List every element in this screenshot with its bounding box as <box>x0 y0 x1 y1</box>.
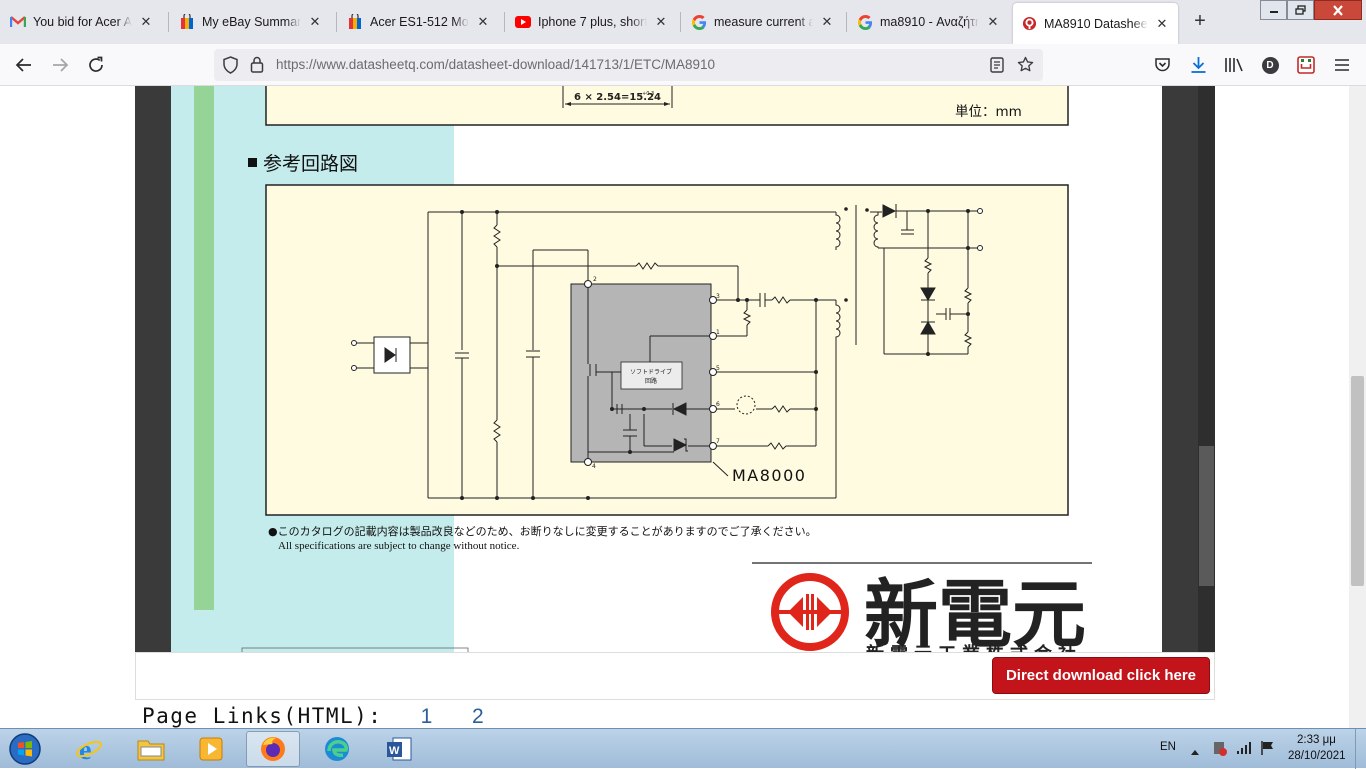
close-tab-icon[interactable]: ✕ <box>475 14 491 30</box>
forward-arrow-icon[interactable] <box>48 53 72 77</box>
company-logo <box>771 573 849 651</box>
file-explorer-icon[interactable] <box>124 731 178 767</box>
company-name: 新電元 <box>864 572 1086 652</box>
tray-device-icon[interactable] <box>1211 739 1227 762</box>
action-center-flag-icon[interactable] <box>1260 740 1276 761</box>
close-tab-icon[interactable]: ✕ <box>1154 16 1170 32</box>
unit-label: 単位：mm <box>955 104 1022 120</box>
reader-view-icon[interactable] <box>990 57 1004 78</box>
firefox-icon <box>261 737 285 761</box>
dimension-tolerance: +0.3 <box>642 91 654 97</box>
tab-strip: You bid for Acer Aspire ✕ My eBay Summar… <box>0 0 1366 44</box>
language-indicator[interactable]: EN <box>1160 741 1176 753</box>
lock-icon[interactable] <box>250 56 264 78</box>
firefox-taskbar-button[interactable] <box>246 731 300 767</box>
close-tab-icon[interactable]: ✕ <box>985 14 1001 30</box>
close-tab-icon[interactable]: ✕ <box>138 14 154 30</box>
close-tab-icon[interactable]: ✕ <box>307 14 323 30</box>
svg-text:6: 6 <box>716 401 720 408</box>
back-arrow-icon[interactable] <box>12 53 36 77</box>
close-tab-icon[interactable]: ✕ <box>819 14 835 30</box>
navigation-toolbar: https://www.datasheetq.com/datasheet-dow… <box>0 44 1366 86</box>
pocket-icon[interactable] <box>1150 53 1174 77</box>
library-icon[interactable] <box>1222 53 1246 77</box>
extension-icon[interactable] <box>1294 53 1318 77</box>
show-desktop-button[interactable] <box>1355 729 1366 769</box>
viewer-scrollbar[interactable] <box>1198 86 1215 652</box>
datasheet-icon <box>1021 16 1037 32</box>
svg-text:7: 7 <box>716 438 720 445</box>
windows-taskbar: e W EN 2:33 μμ 28/10/2021 <box>0 728 1366 769</box>
clock-time[interactable]: 2:33 μμ <box>1297 734 1336 746</box>
tab-google-ma8910[interactable]: ma8910 - Αναζήτηση ✕ <box>849 4 1009 40</box>
page-scrollbar-thumb[interactable] <box>1351 376 1364 586</box>
tab-youtube[interactable]: Iphone 7 plus, shorted ✕ <box>507 4 677 40</box>
url-text[interactable]: https://www.datasheetq.com/datasheet-dow… <box>276 57 715 72</box>
gmail-icon <box>10 14 26 30</box>
tab-datasheet-active[interactable]: MA8910 Datasheet PDF ✕ <box>1013 3 1178 44</box>
svg-text:2: 2 <box>593 276 597 283</box>
ebay-bag-icon <box>347 14 363 30</box>
minimize-icon[interactable] <box>1260 0 1287 20</box>
windows-logo-icon <box>9 733 41 765</box>
tray-expand-icon[interactable] <box>1190 743 1200 761</box>
section-title: 参考回路図 <box>263 153 358 175</box>
web-page: 6 × 2.54=15.24 +0.3 単位：mm 参考回路図 ソフトドライブ … <box>0 86 1366 730</box>
internet-explorer-icon[interactable]: e <box>62 731 116 767</box>
start-button[interactable] <box>0 731 50 767</box>
close-tab-icon[interactable]: ✕ <box>653 14 669 30</box>
viewer-scrollbar-thumb[interactable] <box>1199 446 1214 586</box>
note-japanese: ●このカタログの記載内容は製品改良などのため、お断りなしに変更することがあります… <box>268 524 817 538</box>
svg-text:4: 4 <box>592 463 596 470</box>
svg-text:回路: 回路 <box>645 377 657 385</box>
address-bar[interactable]: https://www.datasheetq.com/datasheet-dow… <box>214 49 1043 81</box>
company-subname: 新電元工業株式会社 <box>866 643 1082 652</box>
downloads-icon[interactable] <box>1186 53 1210 77</box>
tab-acer-ebay[interactable]: Acer ES1-512 Mod. MS ✕ <box>339 4 499 40</box>
ic-label: MA8000 <box>732 466 806 485</box>
media-player-icon[interactable] <box>184 731 238 767</box>
youtube-icon <box>515 14 531 30</box>
svg-text:1: 1 <box>716 329 720 336</box>
bookmark-star-icon[interactable] <box>1017 56 1034 78</box>
page-link-2[interactable]: 2 <box>472 705 485 728</box>
datasheet-drawing: 6 × 2.54=15.24 +0.3 単位：mm 参考回路図 ソフトドライブ … <box>241 86 1092 652</box>
tab-gmail[interactable]: You bid for Acer Aspire ✕ <box>2 4 162 40</box>
google-icon <box>857 14 873 30</box>
edge-icon[interactable] <box>310 731 364 767</box>
menu-hamburger-icon[interactable] <box>1330 53 1354 77</box>
network-signal-icon[interactable] <box>1236 741 1252 760</box>
google-icon <box>691 14 707 30</box>
direct-download-button[interactable]: Direct download click here <box>992 657 1210 694</box>
restore-icon[interactable] <box>1287 0 1314 20</box>
tab-ebay-summary[interactable]: My eBay Summary ✕ <box>171 4 331 40</box>
svg-text:W: W <box>389 745 400 757</box>
account-avatar[interactable]: D <box>1258 53 1282 77</box>
datasheet-page: 6 × 2.54=15.24 +0.3 単位：mm 参考回路図 ソフトドライブ … <box>171 86 1162 652</box>
clock-date[interactable]: 28/10/2021 <box>1288 750 1346 762</box>
svg-text:5: 5 <box>716 365 720 372</box>
page-links: Page Links(HTML): 1 2 <box>142 704 486 728</box>
close-window-icon[interactable] <box>1314 0 1362 20</box>
tab-google-measure[interactable]: measure current and ✕ <box>683 4 843 40</box>
reload-icon[interactable] <box>84 53 108 77</box>
page-link-1[interactable]: 1 <box>421 705 434 728</box>
svg-text:3: 3 <box>716 293 720 300</box>
note-english: All specifications are subject to change… <box>278 540 520 552</box>
svg-text:ソフトドライブ: ソフトドライブ <box>630 368 672 376</box>
ebay-bag-icon <box>179 14 195 30</box>
shield-icon[interactable] <box>222 56 239 79</box>
new-tab-icon[interactable]: + <box>1188 9 1212 33</box>
page-scrollbar[interactable] <box>1349 86 1366 730</box>
word-icon[interactable]: W <box>372 731 426 767</box>
